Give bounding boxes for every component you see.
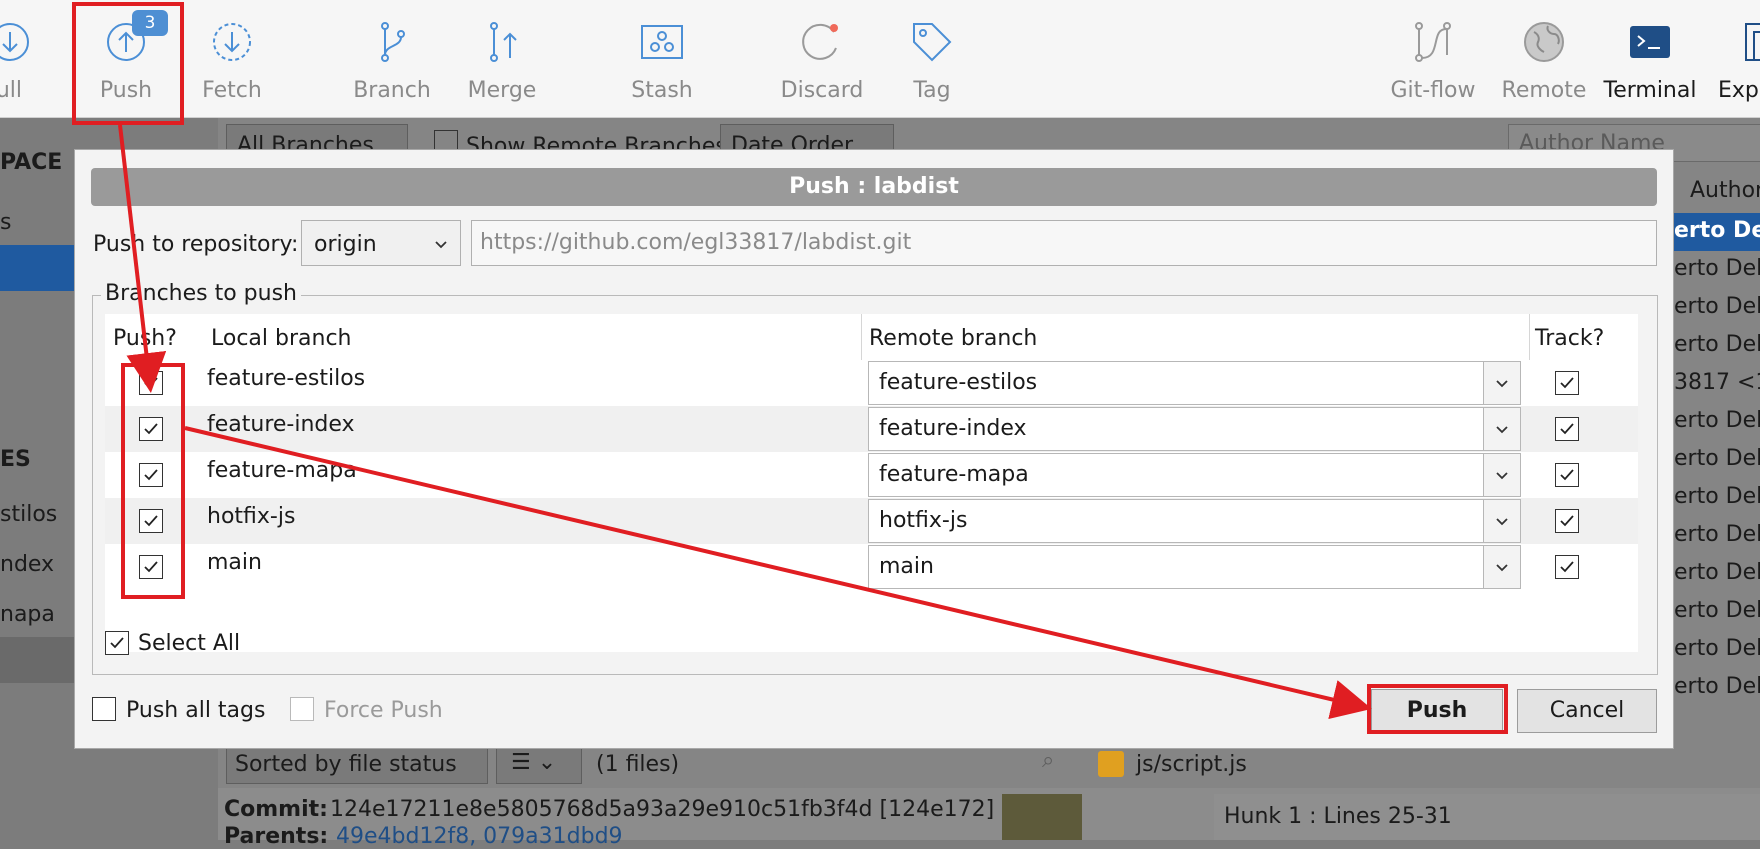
arrow-toolbar-to-checkboxes xyxy=(118,124,167,393)
arrow-checkboxes-to-push-button xyxy=(184,426,1372,720)
annotation-arrows xyxy=(118,124,1372,720)
